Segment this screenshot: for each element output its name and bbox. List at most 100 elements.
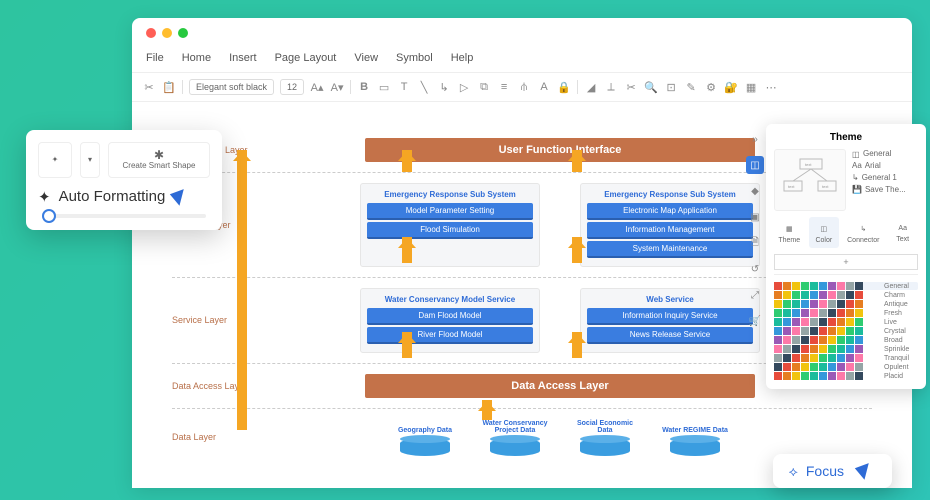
swatch-row[interactable]: Tranquil bbox=[774, 354, 918, 362]
swatch-row[interactable]: Opulent bbox=[774, 363, 918, 371]
connector-icon[interactable]: ↳ bbox=[437, 80, 451, 94]
font-up-icon[interactable]: A▴ bbox=[310, 80, 324, 94]
swatch[interactable] bbox=[774, 363, 782, 371]
swatch[interactable] bbox=[828, 336, 836, 344]
swatch[interactable] bbox=[855, 372, 863, 380]
add-theme-button[interactable]: + bbox=[774, 254, 918, 270]
swatch[interactable] bbox=[819, 345, 827, 353]
swatch[interactable] bbox=[801, 354, 809, 362]
database-item[interactable]: Water Conservancy Project Data bbox=[480, 419, 550, 456]
swatch[interactable] bbox=[774, 291, 782, 299]
swatch[interactable] bbox=[828, 318, 836, 326]
swatch[interactable] bbox=[783, 309, 791, 317]
auto-formatting-row[interactable]: ✦ Auto Formatting bbox=[38, 188, 210, 206]
swatch[interactable] bbox=[783, 282, 791, 290]
text-tool-icon[interactable]: T bbox=[397, 80, 411, 94]
font-down-icon[interactable]: A▾ bbox=[330, 80, 344, 94]
opt-connector[interactable]: ↳General 1 bbox=[852, 173, 918, 182]
swatch-row[interactable]: Sprinkle bbox=[774, 345, 918, 353]
swatch[interactable] bbox=[810, 300, 818, 308]
rect-tool-icon[interactable]: ▭ bbox=[377, 80, 391, 94]
bar-item[interactable]: River Flood Model bbox=[367, 327, 533, 344]
swatch[interactable] bbox=[774, 282, 782, 290]
menu-home[interactable]: Home bbox=[182, 52, 211, 64]
grid-icon[interactable]: ▦ bbox=[744, 80, 758, 94]
swatch[interactable] bbox=[783, 336, 791, 344]
search-icon[interactable]: 🔍 bbox=[644, 80, 658, 94]
bar-item[interactable]: Dam Flood Model bbox=[367, 308, 533, 325]
collapse-icon[interactable]: » bbox=[746, 130, 764, 148]
opt-save[interactable]: 💾Save The... bbox=[852, 185, 918, 194]
swatch[interactable] bbox=[792, 300, 800, 308]
swatch[interactable] bbox=[855, 327, 863, 335]
menu-page-layout[interactable]: Page Layout bbox=[275, 52, 337, 64]
swatch[interactable] bbox=[783, 318, 791, 326]
swatch[interactable] bbox=[801, 282, 809, 290]
swatch[interactable] bbox=[792, 282, 800, 290]
swatch[interactable] bbox=[855, 282, 863, 290]
crop2-icon[interactable]: ✂ bbox=[624, 80, 638, 94]
swatch[interactable] bbox=[792, 372, 800, 380]
bar-item[interactable]: System Maintenance bbox=[587, 241, 753, 258]
pen-icon[interactable]: ✎ bbox=[684, 80, 698, 94]
swatch[interactable] bbox=[846, 318, 854, 326]
swatch[interactable] bbox=[810, 309, 818, 317]
doc-tab-icon[interactable]: 🗎 bbox=[746, 234, 764, 252]
expand-icon[interactable]: ⤢ bbox=[746, 286, 764, 304]
fillcolor-icon[interactable]: ◢ bbox=[584, 80, 598, 94]
swatch[interactable] bbox=[837, 300, 845, 308]
swatch[interactable] bbox=[855, 345, 863, 353]
close-icon[interactable] bbox=[146, 28, 156, 38]
history-tab-icon[interactable]: ↺ bbox=[746, 260, 764, 278]
swatch[interactable] bbox=[846, 300, 854, 308]
swatch[interactable] bbox=[819, 354, 827, 362]
database-item[interactable]: Geography Data bbox=[390, 419, 460, 456]
swatch[interactable] bbox=[792, 327, 800, 335]
database-item[interactable]: Water REGIME Data bbox=[660, 419, 730, 456]
menu-view[interactable]: View bbox=[354, 52, 378, 64]
swatch-row[interactable]: Crystal bbox=[774, 327, 918, 335]
swatch[interactable] bbox=[846, 372, 854, 380]
cut-icon[interactable]: ✂ bbox=[142, 80, 156, 94]
swatch[interactable] bbox=[846, 282, 854, 290]
align-icon[interactable]: ≡ bbox=[497, 80, 511, 94]
swatch[interactable] bbox=[846, 336, 854, 344]
banner-user-function[interactable]: User Function Interface bbox=[365, 138, 755, 162]
swatch[interactable] bbox=[828, 291, 836, 299]
text-icon[interactable]: A bbox=[537, 80, 551, 94]
swatch[interactable] bbox=[846, 345, 854, 353]
swatch[interactable] bbox=[837, 363, 845, 371]
swatch[interactable] bbox=[837, 354, 845, 362]
swatch[interactable] bbox=[801, 372, 809, 380]
swatch[interactable] bbox=[855, 354, 863, 362]
opt-font[interactable]: AaArial bbox=[852, 161, 918, 170]
dropdown-button[interactable]: ▾ bbox=[80, 142, 100, 178]
tab-theme[interactable]: ▦Theme bbox=[774, 217, 805, 248]
theme-preview[interactable]: text text text bbox=[774, 149, 846, 211]
menu-file[interactable]: File bbox=[146, 52, 164, 64]
opt-general[interactable]: ◫General bbox=[852, 149, 918, 158]
bar-item[interactable]: News Release Service bbox=[587, 327, 753, 344]
crop-icon[interactable]: ⟂ bbox=[604, 80, 618, 94]
banner-data-access[interactable]: Data Access Layer bbox=[365, 374, 755, 398]
font-size-select[interactable]: 12 bbox=[280, 79, 304, 95]
line-tool-icon[interactable]: ╲ bbox=[417, 80, 431, 94]
swatch[interactable] bbox=[792, 291, 800, 299]
bar-item[interactable]: Information Management bbox=[587, 222, 753, 239]
swatch[interactable] bbox=[774, 327, 782, 335]
swatch[interactable] bbox=[774, 372, 782, 380]
swatch[interactable] bbox=[837, 327, 845, 335]
swatch[interactable] bbox=[801, 318, 809, 326]
create-smart-shape-button[interactable]: ✱Create Smart Shape bbox=[108, 142, 210, 178]
swatch[interactable] bbox=[837, 372, 845, 380]
swatch-row[interactable]: Charm bbox=[774, 291, 918, 299]
swatch[interactable] bbox=[783, 291, 791, 299]
swatch[interactable] bbox=[819, 291, 827, 299]
swatch[interactable] bbox=[828, 300, 836, 308]
swatch[interactable] bbox=[810, 291, 818, 299]
swatch[interactable] bbox=[855, 291, 863, 299]
swatch[interactable] bbox=[810, 354, 818, 362]
tab-text[interactable]: AaText bbox=[887, 217, 918, 248]
swatch[interactable] bbox=[774, 309, 782, 317]
swatch[interactable] bbox=[855, 318, 863, 326]
